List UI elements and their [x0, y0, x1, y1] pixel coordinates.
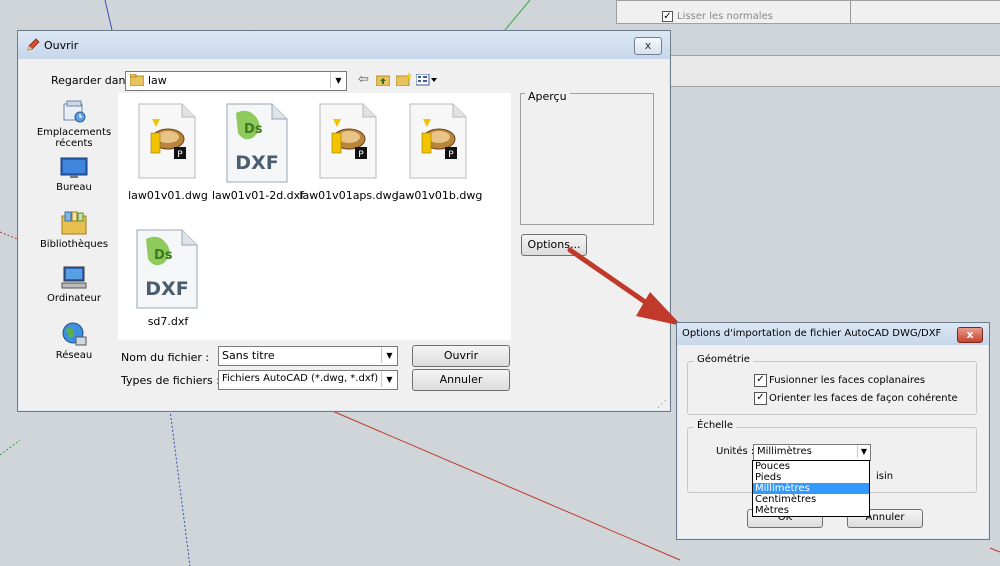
file-item[interactable]: Plaw01v01.dwg — [118, 99, 218, 219]
hidden-text-fragment: isin — [876, 471, 894, 482]
chevron-down-icon[interactable]: ▼ — [381, 371, 397, 387]
dxf-file-icon: Ds DXF — [136, 229, 198, 309]
open-dialog-close-button[interactable]: x — [634, 37, 662, 55]
sidebar-item-libraries[interactable]: Bibliothèques — [28, 210, 120, 250]
file-name: sd7.dxf — [147, 315, 189, 328]
options-dialog-close-button[interactable]: x — [957, 327, 983, 343]
svg-text:P: P — [358, 150, 364, 160]
sidebar-item-label: Bureau — [56, 182, 92, 193]
units-value: Millimètres — [757, 446, 812, 457]
network-icon — [62, 322, 87, 346]
app-pencil-icon — [27, 38, 40, 51]
options-dialog-titlebar[interactable]: Options d'importation de fichier AutoCAD… — [677, 323, 989, 345]
open-dialog: Ouvrir x Regarder dans : law ▼ ⇦ Emplace… — [17, 30, 671, 412]
sidebar-item-label: Bibliothèques — [39, 239, 109, 250]
units-option[interactable]: Mètres — [753, 505, 869, 516]
dxf-file-icon: Ds DXF — [226, 103, 288, 183]
units-option[interactable]: Pouces — [753, 461, 869, 472]
filename-input[interactable]: Sans titre ▼ — [218, 346, 398, 366]
file-item[interactable]: Plaw01v01b.dwg — [389, 99, 489, 219]
cancel-button[interactable]: Annuler — [412, 369, 510, 391]
chevron-down-icon[interactable]: ▼ — [381, 347, 397, 363]
background-panel: ✓ Lisser les normales — [616, 0, 1000, 24]
dwg-file-icon: P — [409, 103, 467, 179]
background-toolbar — [650, 55, 1000, 87]
libraries-icon — [61, 211, 87, 235]
back-arrow-icon[interactable]: ⇦ — [358, 72, 369, 87]
sidebar-item-recent[interactable]: Emplacements récents — [28, 98, 120, 149]
open-dialog-title: Ouvrir — [44, 39, 79, 52]
preview-label: Aperçu — [525, 90, 570, 103]
view-menu-icon[interactable] — [416, 74, 438, 86]
merge-faces-checkbox[interactable]: ✓ — [754, 374, 767, 387]
sidebar-item-network[interactable]: Réseau — [28, 321, 120, 361]
look-in-value: law — [148, 74, 167, 87]
merge-faces-label: Fusionner les faces coplanaires — [769, 375, 926, 386]
filename-value: Sans titre — [222, 349, 275, 362]
units-label: Unités : — [716, 446, 755, 457]
svg-text:Ds: Ds — [154, 248, 173, 263]
sidebar-item-label: Emplacements récents — [36, 127, 112, 149]
file-item[interactable]: Ds DXF law01v01-2d.dxf — [208, 99, 308, 219]
file-item[interactable]: Ds DXF sd7.dxf — [118, 225, 218, 345]
dwg-file-icon: P — [319, 103, 377, 179]
resize-grip-icon[interactable]: ⋰ — [657, 399, 667, 410]
lisser-normales-label: Lisser les normales — [677, 11, 773, 22]
open-button[interactable]: Ouvrir — [412, 345, 510, 367]
computer-icon — [61, 266, 87, 289]
svg-text:P: P — [177, 150, 183, 160]
file-name: law01v01b.dwg — [395, 189, 483, 202]
svg-text:Ds: Ds — [244, 122, 263, 137]
file-list[interactable]: Plaw01v01.dwg Ds DXF law01v01-2d.dxf Plaw01v… — [118, 93, 511, 340]
sidebar-item-label: Réseau — [55, 350, 93, 361]
sidebar-item-label: Ordinateur — [47, 293, 101, 304]
up-folder-icon[interactable] — [376, 73, 390, 86]
orient-faces-label: Orienter les faces de façon cohérente — [769, 393, 958, 404]
new-folder-icon[interactable] — [396, 72, 412, 86]
svg-text:DXF: DXF — [235, 152, 278, 174]
open-dialog-titlebar[interactable]: Ouvrir x — [18, 31, 670, 59]
options-dialog-title: Options d'importation de fichier AutoCAD… — [682, 328, 942, 339]
sidebar-item-desktop[interactable]: Bureau — [28, 157, 120, 193]
recent-places-icon — [63, 100, 86, 123]
units-select[interactable]: Millimètres ▼ — [753, 444, 871, 461]
chevron-down-icon[interactable]: ▼ — [330, 72, 346, 88]
folder-icon — [130, 74, 144, 86]
dwg-file-icon: P — [138, 103, 196, 179]
units-dropdown-list[interactable]: Pouces Pieds Millimètres Centimètres Mètres — [752, 460, 870, 517]
scale-label: Échelle — [694, 420, 737, 431]
units-option[interactable]: Pieds — [753, 472, 869, 483]
units-option[interactable]: Centimètres — [753, 494, 869, 505]
annotation-arrow — [567, 247, 682, 326]
filetype-value: Fichiers AutoCAD (*.dwg, *.dxf) — [222, 373, 379, 384]
look-in-combo[interactable]: law ▼ — [125, 71, 347, 91]
svg-text:P: P — [448, 150, 454, 160]
svg-text:DXF: DXF — [145, 278, 188, 300]
filename-label: Nom du fichier : — [121, 351, 210, 364]
file-name: law01v01-2d.dxf — [211, 189, 305, 202]
units-option[interactable]: Millimètres — [753, 483, 869, 494]
filetype-label: Types de fichiers : — [121, 374, 220, 387]
preview-group: Aperçu — [520, 90, 654, 225]
file-name: law01v01aps.dwg — [299, 189, 399, 202]
filetype-select[interactable]: Fichiers AutoCAD (*.dwg, *.dxf) ▼ — [218, 370, 398, 390]
geometry-group: Géométrie ✓ Fusionner les faces coplanai… — [687, 354, 977, 415]
file-item[interactable]: Plaw01v01aps.dwg — [299, 99, 399, 219]
lisser-normales-checkbox[interactable]: ✓ — [662, 11, 673, 22]
orient-faces-checkbox[interactable]: ✓ — [754, 392, 767, 405]
chevron-down-icon[interactable]: ▼ — [857, 445, 870, 458]
geometry-label: Géométrie — [694, 354, 753, 365]
options-dialog: Options d'importation de fichier AutoCAD… — [676, 322, 990, 540]
sidebar-item-computer[interactable]: Ordinateur — [28, 266, 120, 304]
desktop-icon — [60, 157, 88, 178]
file-name: law01v01.dwg — [128, 189, 208, 202]
